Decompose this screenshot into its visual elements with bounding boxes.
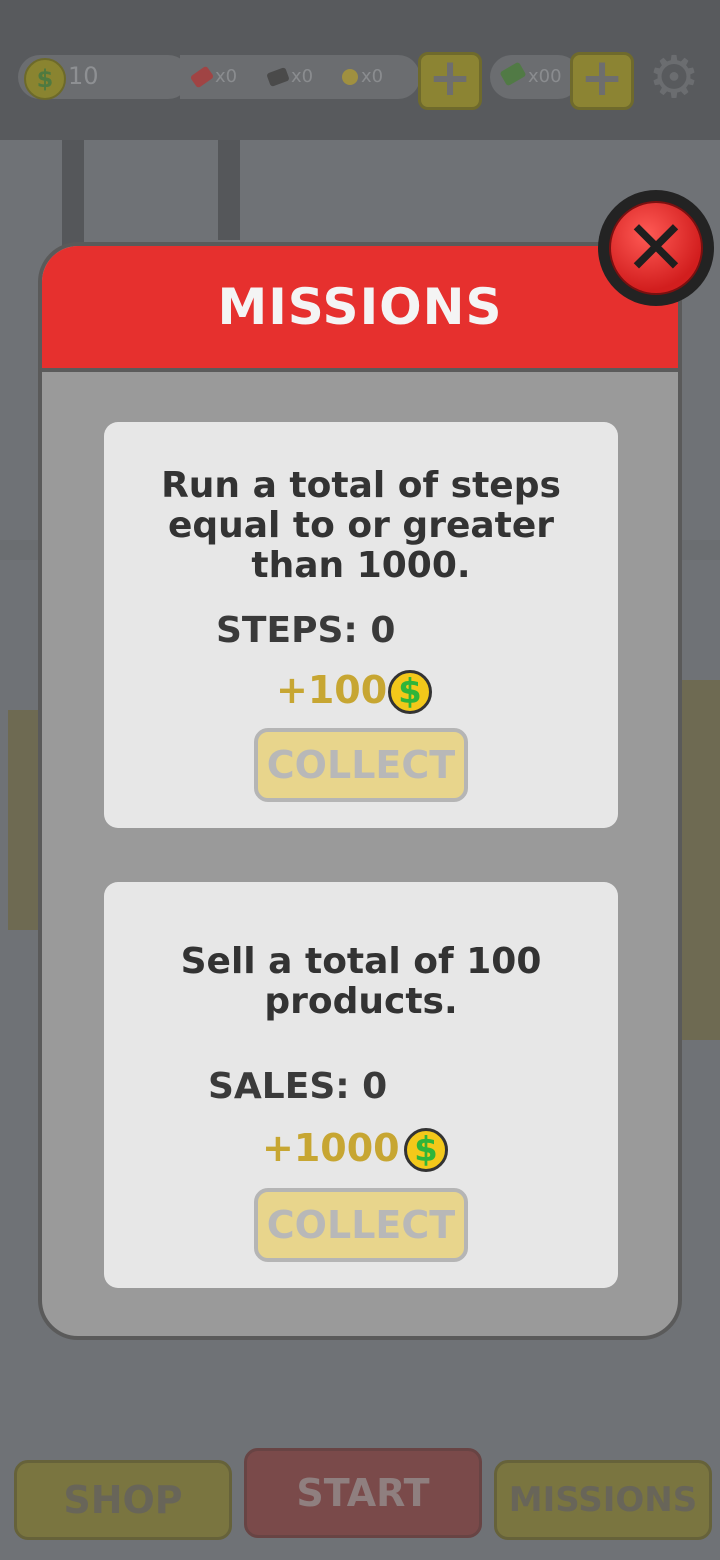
dollar-coin-icon: $ [24, 58, 66, 100]
gear-icon[interactable]: ⚙ [648, 48, 700, 106]
mission-description-line: products. [264, 981, 458, 1022]
mission-reward: +100 [276, 668, 388, 712]
powerup-item: x0 [189, 65, 238, 89]
mission-description: Sell a total of 100 products. [104, 942, 618, 1022]
cash-count: x00 [528, 66, 562, 87]
mission-card: Sell a total of 100 products. SALES: 0 +… [104, 882, 618, 1288]
scene-shelf [8, 710, 38, 930]
broom-icon [266, 67, 290, 87]
powerup-item: x0 [266, 66, 314, 87]
top-hud: $ 10 x0 x0 x0 + x00 + ⚙ [0, 0, 720, 140]
scene-pillar [62, 140, 84, 250]
mission-description-line: equal to or greater [167, 505, 555, 546]
dollar-coin-icon: $ [404, 1128, 448, 1172]
scene-pillar [218, 140, 240, 240]
mission-description-line: Run a total of steps [161, 465, 561, 506]
powerup-count: x0 [361, 66, 384, 87]
shop-button[interactable]: SHOP [14, 1460, 232, 1540]
buy-powerups-button[interactable]: + [418, 52, 482, 110]
collect-button[interactable]: COLLECT [254, 728, 468, 802]
fire-extinguisher-icon [189, 65, 215, 89]
close-button[interactable]: ✕ [598, 190, 714, 306]
mission-reward: +1000 [262, 1126, 400, 1170]
dialog-header: MISSIONS [42, 246, 678, 372]
missions-button[interactable]: MISSIONS [494, 1460, 712, 1540]
mission-description-line: than 1000. [251, 545, 471, 586]
mission-description: Run a total of steps equal to or greater… [104, 466, 618, 586]
powerup-count: x0 [291, 66, 314, 87]
magnet-icon [342, 69, 358, 85]
mission-card: Run a total of steps equal to or greater… [104, 422, 618, 828]
collect-button[interactable]: COLLECT [254, 1188, 468, 1262]
scene-shelf [682, 680, 720, 1040]
mission-progress: SALES: 0 [208, 1066, 388, 1107]
coin-count: 10 [68, 62, 99, 90]
powerup-count: x0 [215, 66, 238, 87]
buy-cash-button[interactable]: + [570, 52, 634, 110]
powerup-item: x0 [342, 66, 383, 87]
dollar-coin-icon: $ [388, 670, 432, 714]
dialog-title: MISSIONS [217, 278, 503, 336]
mission-progress: STEPS: 0 [216, 610, 396, 651]
mission-description-line: Sell a total of 100 [180, 941, 542, 982]
missions-dialog: MISSIONS Run a total of steps equal to o… [38, 242, 682, 1340]
start-button[interactable]: START [244, 1448, 482, 1538]
close-icon: ✕ [609, 201, 703, 295]
